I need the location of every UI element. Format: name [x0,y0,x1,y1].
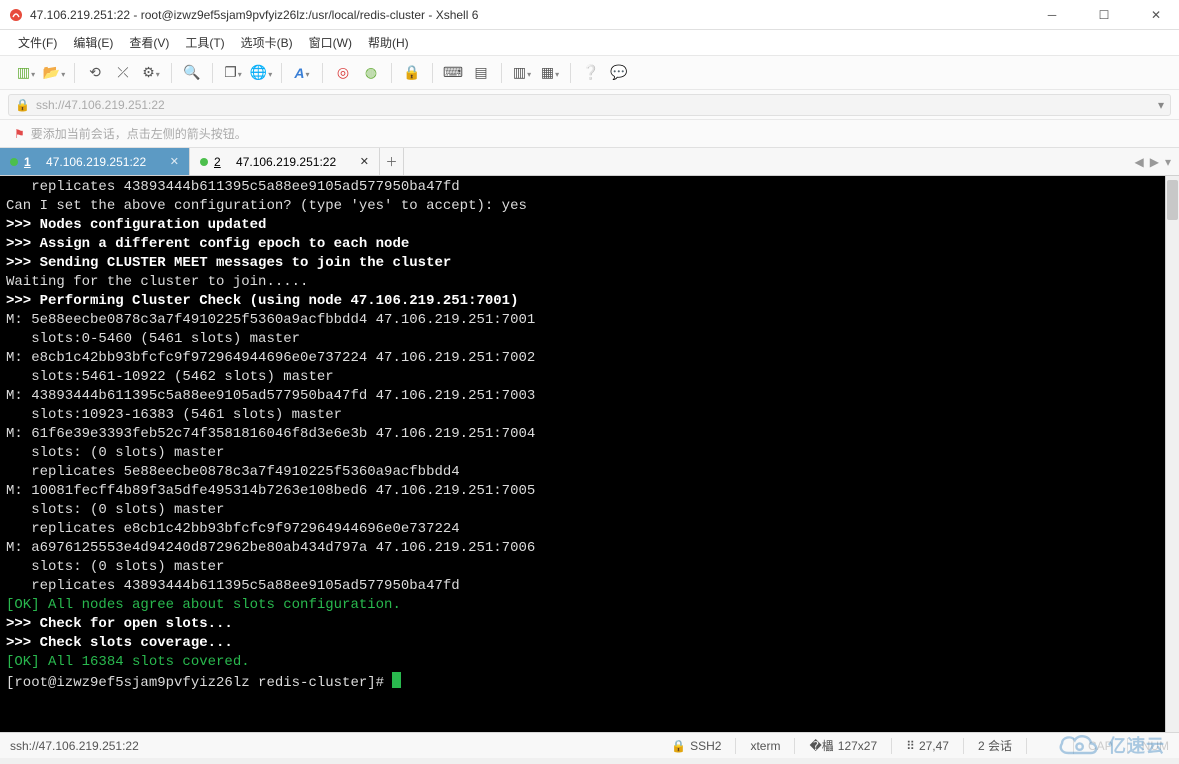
font-button[interactable]: A▾ [290,61,314,85]
tab-next-button[interactable]: ▶ [1150,155,1159,169]
menubar: 文件(F) 编辑(E) 查看(V) 工具(T) 选项卡(B) 窗口(W) 帮助(… [0,30,1179,56]
separator [74,63,75,83]
separator [794,738,795,754]
separator [171,63,172,83]
keyboard-button[interactable]: ⌨ [441,61,465,85]
menu-view[interactable]: 查看(V) [129,34,169,51]
status-dot-icon [10,158,18,166]
address-bar: 🔒 ssh://47.106.219.251:22 ▾ [0,90,1179,120]
status-caps: CAP [1088,739,1113,753]
tab-index: 1 [24,155,31,169]
status-cursor: ⠿ 27,47 [906,739,949,753]
separator [891,738,892,754]
disconnect-button[interactable]: ⤫ [111,61,135,85]
session-tab-1[interactable]: 1 47.106.219.251:22 ✕ [0,148,190,175]
status-dot-icon [200,158,208,166]
tab-label: 47.106.219.251:22 [236,155,336,169]
tile-button[interactable]: ▦▾ [538,61,562,85]
status-address: ssh://47.106.219.251:22 [10,739,139,753]
menu-help[interactable]: 帮助(H) [368,34,409,51]
status-size: �櫑 127x27 [809,737,877,754]
separator [281,63,282,83]
reconnect-button[interactable]: ⟲ [83,61,107,85]
tab-index: 2 [214,155,221,169]
titlebar: 47.106.219.251:22 - root@izwz9ef5sjam9pv… [0,0,1179,30]
separator [501,63,502,83]
toolbar: ▥▾ 📂▾ ⟲ ⤫ ⚙▾ 🔍 ❐▾ 🌐▾ A▾ ◎ ◍ 🔒 ⌨ ▤ ▥▾ ▦▾ … [0,56,1179,90]
separator [212,63,213,83]
new-tab-button[interactable]: ＋ [380,148,404,175]
minimize-button[interactable]: ─ [1037,8,1067,22]
tab-prev-button[interactable]: ◀ [1135,155,1144,169]
separator [1127,738,1128,754]
status-protocol: 🔒SSH2 [671,739,721,753]
help-button[interactable]: ❔ [579,61,603,85]
address-dropdown-icon[interactable]: ▾ [1158,98,1164,112]
xftp-button[interactable]: ◍ [359,61,383,85]
status-term: xterm [750,739,780,753]
window-controls: ─ ☐ ✕ [1037,8,1171,22]
hint-text: 要添加当前会话，点击左侧的箭头按钮。 [31,125,247,142]
separator [735,738,736,754]
separator [432,63,433,83]
tab-label: 47.106.219.251:22 [46,155,146,169]
tile-horizontal-button[interactable]: ▥▾ [510,61,534,85]
flag-icon: ⚑ [14,127,25,141]
address-text: ssh://47.106.219.251:22 [36,98,165,112]
tab-nav: ◀ ▶ ▾ [1127,148,1179,175]
lock-icon: 🔒 [15,98,30,112]
new-session-button[interactable]: ▥▾ [14,61,38,85]
menu-window[interactable]: 窗口(W) [309,34,352,51]
clear-button[interactable]: ▤ [469,61,493,85]
tab-close-icon[interactable]: ✕ [360,155,369,168]
terminal-container: replicates 43893444b611395c5a88ee9105ad5… [0,176,1179,732]
tab-close-icon[interactable]: ✕ [170,155,179,168]
xshell-button[interactable]: ◎ [331,61,355,85]
close-button[interactable]: ✕ [1141,8,1171,22]
lock-button[interactable]: 🔒 [400,61,424,85]
copy-button[interactable]: ❐▾ [221,61,245,85]
separator [570,63,571,83]
separator [391,63,392,83]
tab-list-button[interactable]: ▾ [1165,155,1171,169]
tab-strip: 1 47.106.219.251:22 ✕ 2 47.106.219.251:2… [0,148,1179,176]
separator [963,738,964,754]
find-button[interactable]: 🔍 [180,61,204,85]
separator [322,63,323,83]
open-button[interactable]: 📂▾ [42,61,66,85]
menu-tabs[interactable]: 选项卡(B) [241,34,293,51]
lock-icon: 🔒 [671,739,686,753]
feedback-button[interactable]: 💬 [607,61,631,85]
menu-tools[interactable]: 工具(T) [185,34,224,51]
scrollbar[interactable] [1165,176,1179,732]
globe-button[interactable]: 🌐▾ [249,61,273,85]
separator [1026,738,1027,754]
status-bar: ssh://47.106.219.251:22 🔒SSH2 xterm �櫑 1… [0,732,1179,758]
menu-file[interactable]: 文件(F) [18,34,57,51]
hint-bar: ⚑ 要添加当前会话，点击左侧的箭头按钮。 [0,120,1179,148]
address-input[interactable]: 🔒 ssh://47.106.219.251:22 ▾ [8,94,1171,116]
status-sessions: 2 会话 [978,737,1012,754]
status-num: NUM [1142,739,1169,753]
scrollbar-thumb[interactable] [1167,180,1178,220]
app-icon [8,7,24,23]
maximize-button[interactable]: ☐ [1089,8,1119,22]
window-title: 47.106.219.251:22 - root@izwz9ef5sjam9pv… [30,8,1037,22]
session-tab-2[interactable]: 2 47.106.219.251:22 ✕ [190,148,380,175]
properties-button[interactable]: ⚙▾ [139,61,163,85]
menu-edit[interactable]: 编辑(E) [73,34,113,51]
separator [1073,738,1074,754]
terminal[interactable]: replicates 43893444b611395c5a88ee9105ad5… [0,176,1165,732]
